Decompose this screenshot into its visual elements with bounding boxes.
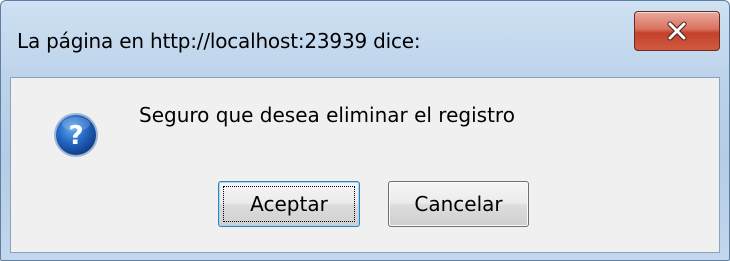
dialog-title: La página en http://localhost:23939 dice… <box>17 29 421 53</box>
accept-button-label: Aceptar <box>250 192 328 216</box>
dialog-titlebar[interactable]: La página en http://localhost:23939 dice… <box>1 1 729 71</box>
cancel-button[interactable]: Cancelar <box>388 181 529 227</box>
svg-text:?: ? <box>68 121 83 151</box>
dialog-message: Seguro que desea eliminar el registro <box>139 103 515 127</box>
dialog-content: ? Seguro que desea eliminar el registro … <box>10 77 720 253</box>
cancel-button-label: Cancelar <box>414 192 503 216</box>
question-icon: ? <box>53 112 99 158</box>
confirm-dialog-window: La página en http://localhost:23939 dice… <box>0 0 730 261</box>
close-button[interactable] <box>634 11 720 51</box>
close-icon <box>635 12 719 50</box>
accept-button[interactable]: Aceptar <box>218 181 360 227</box>
